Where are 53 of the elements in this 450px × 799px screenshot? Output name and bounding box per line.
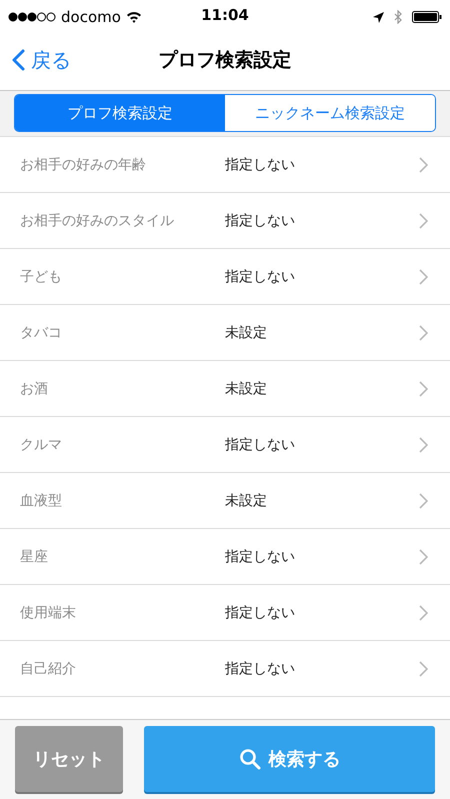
row-label: 自己紹介 — [20, 660, 77, 678]
location-icon — [373, 12, 384, 22]
row-value: 未設定 — [225, 324, 268, 342]
list-row[interactable]: 星座 指定しない — [0, 529, 450, 585]
list-row[interactable]: クルマ 指定しない — [0, 417, 450, 473]
signal-icon — [8, 12, 56, 22]
chevron-left-icon — [12, 49, 25, 71]
search-icon — [238, 748, 260, 770]
row-value: 指定しない — [225, 604, 296, 622]
list-row[interactable]: 子ども 指定しない — [0, 249, 450, 305]
back-button[interactable]: 戻る — [0, 46, 71, 74]
chevron-right-icon — [419, 380, 428, 396]
row-label: お相手の好みの年齢 — [20, 156, 147, 174]
chevron-right-icon — [419, 324, 428, 340]
row-value: 指定しない — [225, 268, 296, 286]
list-row[interactable]: お相手の好みのスタイル 指定しない — [0, 193, 450, 249]
battery-icon — [412, 11, 442, 23]
row-value: 未設定 — [225, 492, 268, 510]
chevron-right-icon — [419, 492, 428, 508]
row-value: 指定しない — [225, 156, 296, 174]
chevron-right-icon — [419, 268, 428, 284]
row-label: クルマ — [20, 436, 63, 454]
row-value: 指定しない — [225, 548, 296, 566]
wifi-icon — [126, 11, 142, 23]
list-row[interactable]: 自己紹介 指定しない — [0, 641, 450, 697]
status-time: 11:04 — [201, 6, 249, 24]
row-label: 血液型 — [20, 492, 63, 510]
chevron-right-icon — [419, 604, 428, 620]
row-value: 指定しない — [225, 212, 296, 230]
row-label: お酒 — [20, 380, 49, 398]
nav-title: プロフ検索設定 — [158, 48, 292, 73]
chevron-right-icon — [419, 436, 428, 452]
row-label: タバコ — [20, 324, 63, 342]
list-row[interactable]: タバコ 未設定 — [0, 305, 450, 361]
list-row[interactable]: お酒 未設定 — [0, 361, 450, 417]
carrier-name: docomo — [61, 8, 121, 26]
chevron-right-icon — [419, 660, 428, 676]
segment-tab[interactable]: プロフ検索設定 — [15, 95, 225, 131]
segment-tab[interactable]: ニックネーム検索設定 — [225, 95, 435, 131]
row-value: 指定しない — [225, 436, 296, 454]
list-row[interactable]: 血液型 未設定 — [0, 473, 450, 529]
list-row[interactable]: 使用端末 指定しない — [0, 585, 450, 641]
chevron-right-icon — [419, 548, 428, 564]
bluetooth-icon — [394, 10, 402, 24]
row-value: 指定しない — [225, 660, 296, 678]
row-label: 使用端末 — [20, 604, 77, 622]
chevron-right-icon — [419, 212, 428, 228]
chevron-right-icon — [419, 156, 428, 172]
row-label: 子ども — [20, 268, 63, 286]
row-label: 星座 — [20, 548, 49, 566]
list-row[interactable]: お相手の好みの年齢 指定しない — [0, 137, 450, 193]
row-value: 未設定 — [225, 380, 268, 398]
row-label: お相手の好みのスタイル — [20, 212, 175, 230]
